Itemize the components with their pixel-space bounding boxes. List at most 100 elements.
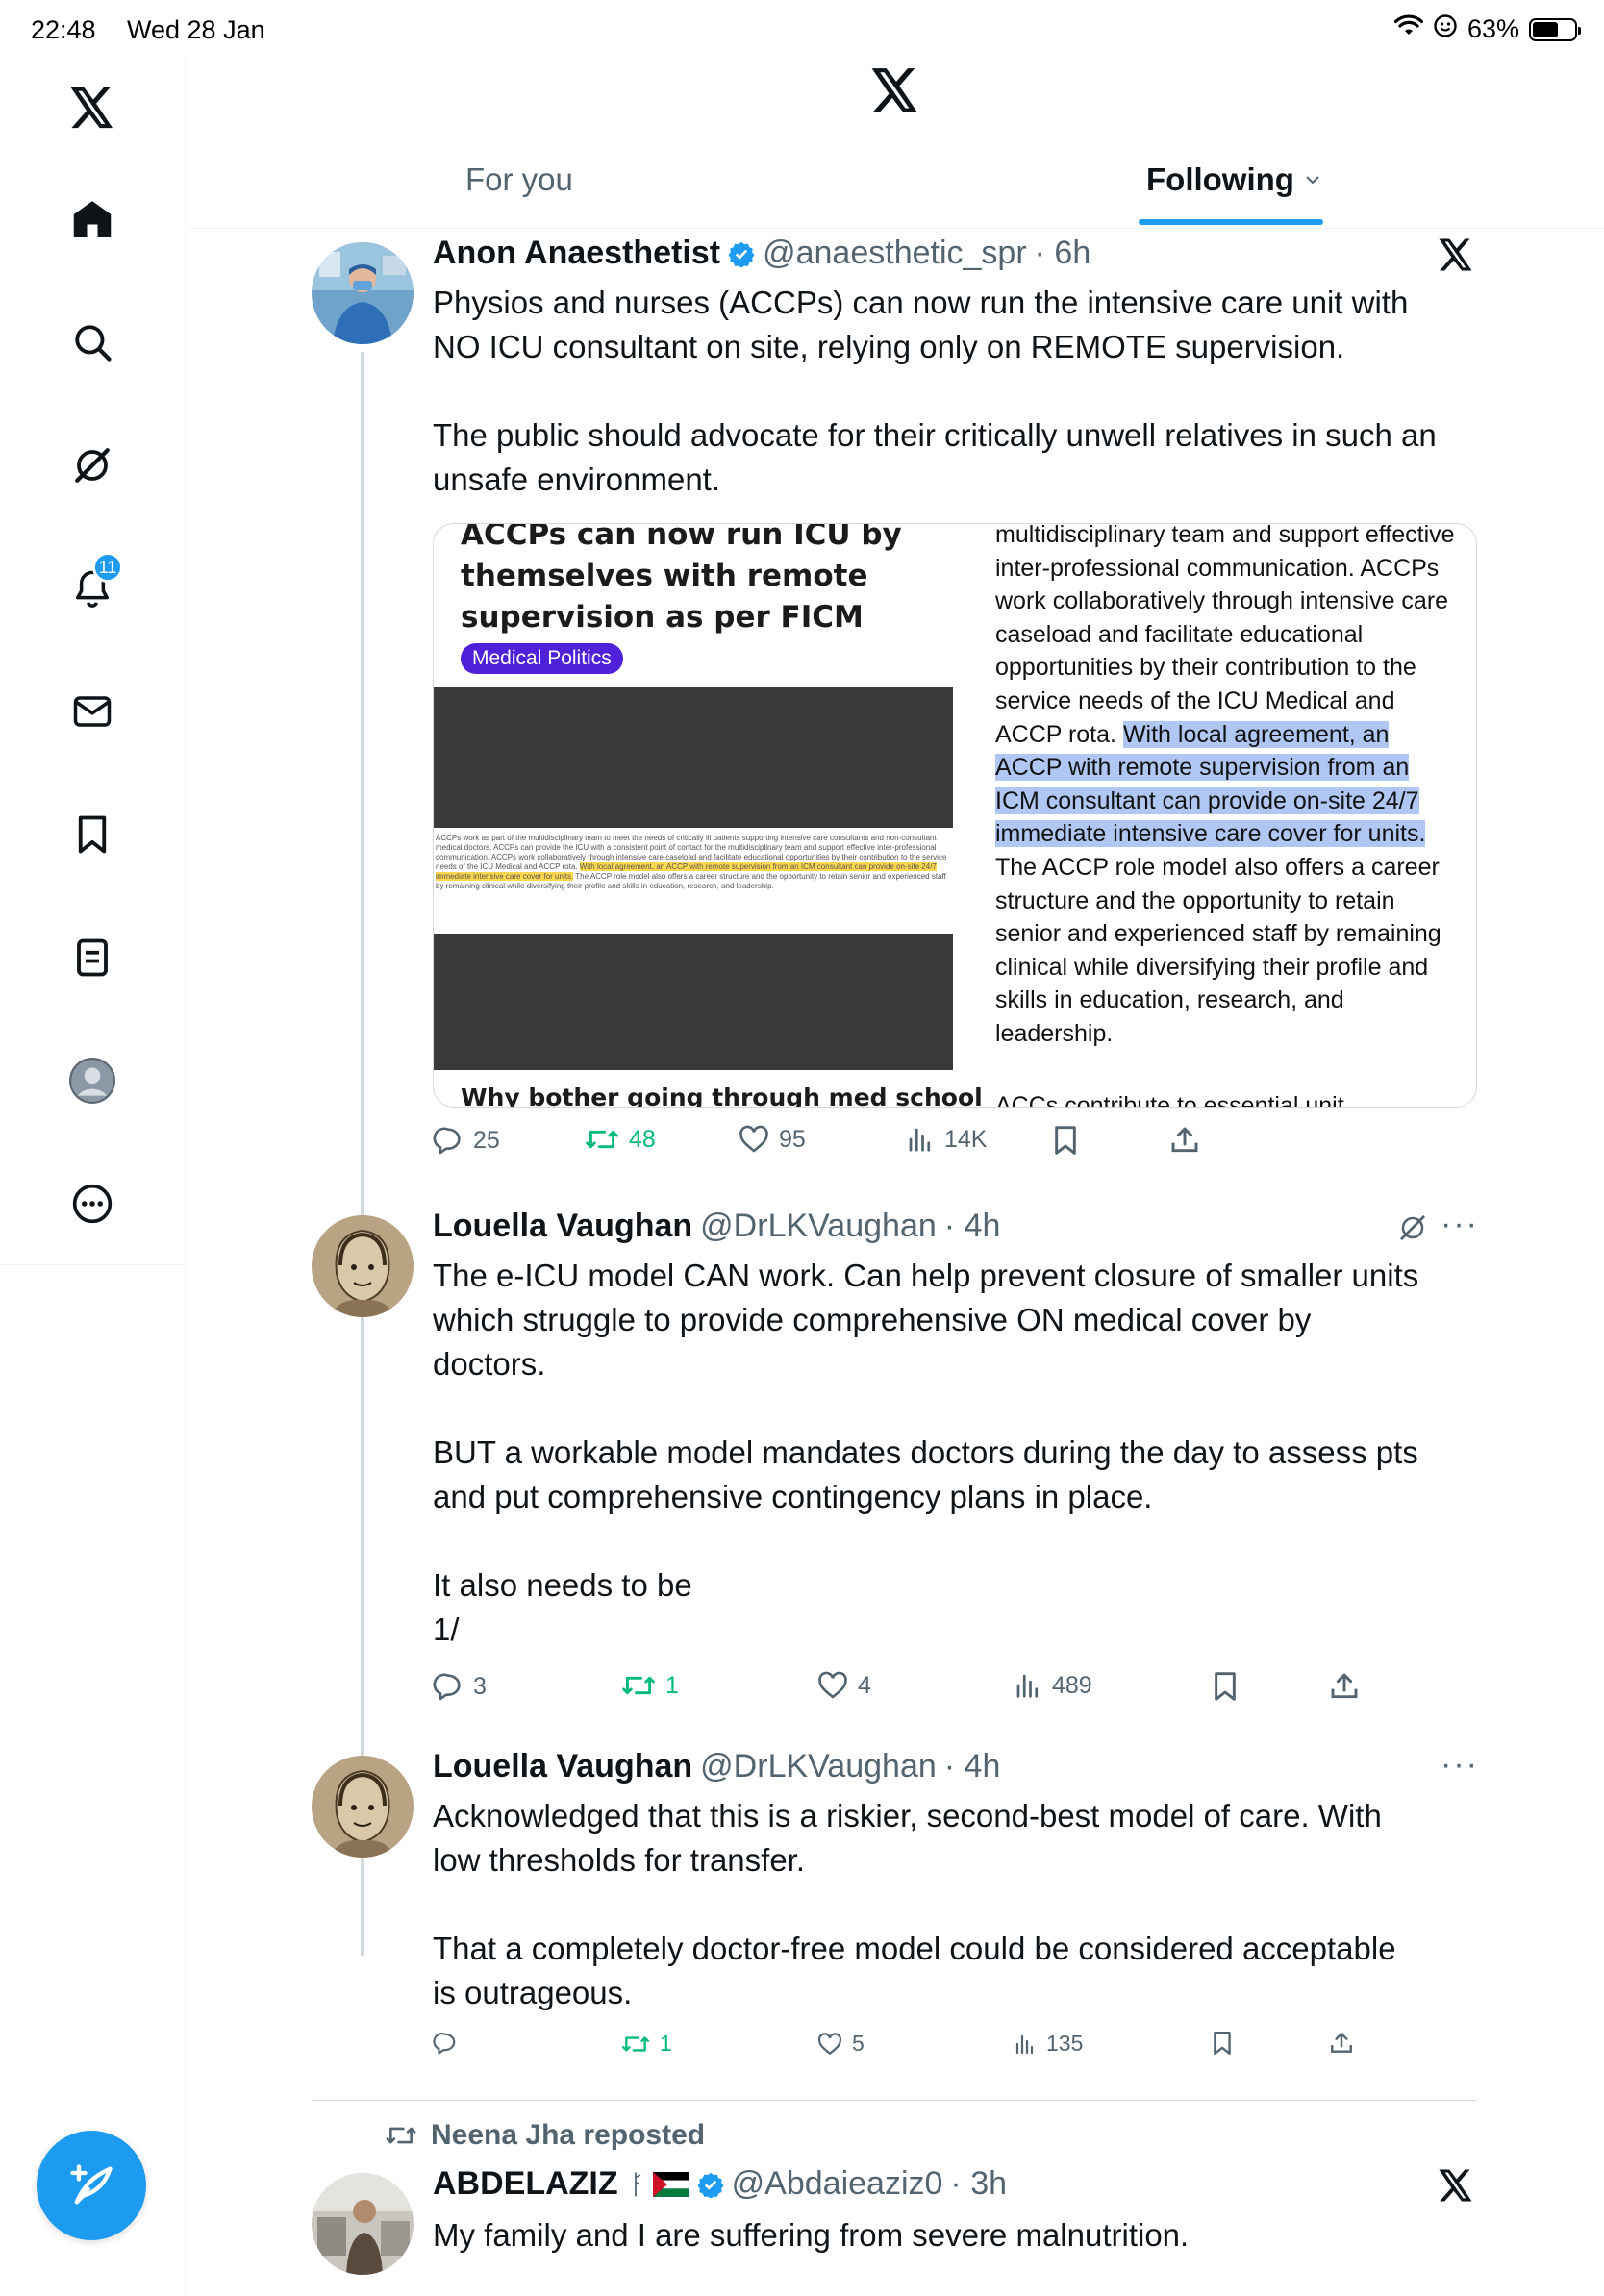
status-right: 63% — [1393, 13, 1581, 45]
tweet-image-card[interactable]: ACCPs can now run ICU by themselves with… — [433, 523, 1477, 1108]
thread-connector — [361, 352, 364, 1352]
battery-icon — [1529, 17, 1581, 41]
more-options-icon[interactable]: ··· — [1441, 1746, 1479, 1784]
avatar[interactable] — [312, 1215, 414, 1317]
share-button[interactable] — [1329, 1671, 1360, 1702]
like-button[interactable]: 5 — [817, 2031, 865, 2057]
reply-button[interactable]: 3 — [433, 1671, 487, 1702]
lists-icon[interactable] — [62, 927, 123, 988]
notifications-badge: 11 — [92, 552, 123, 583]
wifi-icon — [1393, 14, 1424, 44]
share-icon — [1331, 2033, 1352, 2053]
views-icon — [1016, 1674, 1039, 1698]
card-right-text-b: The ACCP role model also offers a career… — [995, 853, 1441, 1047]
tab-following[interactable]: Following — [1146, 162, 1321, 198]
share-icon — [1171, 1127, 1198, 1153]
repost-button[interactable]: 1 — [621, 1671, 679, 1700]
notifications-icon[interactable]: 11 — [62, 552, 123, 619]
profile-icon[interactable] — [62, 1050, 123, 1111]
card-headline: ACCPs can now run ICU by themselves with… — [461, 523, 902, 635]
repost-context[interactable]: Neena Jha reposted — [385, 2119, 705, 2152]
status-bar: 22:48 Wed 28 Jan 63% — [0, 0, 1604, 58]
search-icon[interactable] — [62, 312, 123, 373]
views-button[interactable]: 135 — [1014, 2031, 1083, 2057]
tab-active-indicator — [1139, 219, 1323, 225]
repost-count: 1 — [660, 2031, 672, 2056]
repost-button[interactable]: 48 — [585, 1125, 656, 1154]
more-options-icon[interactable]: ··· — [1441, 1206, 1479, 1243]
tab-for-you[interactable]: For you — [465, 162, 573, 198]
reply-button[interactable] — [433, 2031, 467, 2056]
display-name[interactable]: Anon Anaesthetist — [433, 235, 720, 272]
avatar[interactable] — [312, 1756, 414, 1858]
tweet-text: The e-ICU model CAN work. Can help preve… — [433, 1258, 1419, 1647]
views-count: 135 — [1046, 2031, 1084, 2056]
card-right-cut-line: ACCs contribute to essential unit — [995, 1092, 1344, 1108]
tweet-time[interactable]: · 3h — [950, 2165, 1007, 2203]
home-icon[interactable] — [62, 188, 123, 250]
rail-divider — [0, 1264, 186, 1265]
flag-emoji-icon — [634, 2172, 641, 2196]
bookmark-button[interactable] — [1212, 2031, 1233, 2056]
heart-icon — [739, 1125, 768, 1153]
views-icon — [909, 1128, 931, 1152]
tweet-header: Anon Anaesthetist @anaesthetic_spr · 6h — [433, 235, 1090, 272]
bookmarks-icon[interactable] — [62, 804, 123, 865]
tweet-time[interactable]: · 6h — [1035, 235, 1091, 272]
tweet-header: ABDELAZIZ @Abdaieaziz0 · 3h — [433, 2165, 1007, 2203]
thread-connector — [361, 1325, 364, 1956]
display-name[interactable]: ABDELAZIZ — [433, 2165, 618, 2203]
views-button[interactable]: 14K — [906, 1125, 987, 1154]
x-logo-icon — [1439, 238, 1473, 276]
avatar[interactable] — [312, 242, 414, 344]
card-right-text-a: multidisciplinary team and support effec… — [995, 523, 1455, 748]
display-name[interactable]: Louella Vaughan — [433, 1208, 692, 1245]
palestine-flag-icon — [652, 2171, 689, 2197]
reply-button[interactable]: 25 — [433, 1125, 500, 1156]
views-count: 14K — [944, 1125, 988, 1153]
card-tag-pill: Medical Politics — [461, 643, 623, 674]
x-logo-icon[interactable] — [62, 77, 123, 138]
share-button[interactable] — [1329, 2031, 1354, 2056]
grok-icon[interactable] — [1398, 1213, 1427, 1247]
heart-icon — [817, 2032, 842, 2055]
views-button[interactable]: 489 — [1014, 1671, 1092, 1700]
compose-button[interactable] — [37, 2131, 146, 2240]
x-logo-icon — [1439, 2169, 1473, 2207]
more-icon[interactable] — [62, 1173, 123, 1235]
x-logo-icon[interactable] — [871, 67, 919, 118]
avatar[interactable] — [312, 2173, 414, 2275]
repost-button[interactable]: 1 — [621, 2031, 672, 2057]
like-count: 5 — [852, 2031, 865, 2056]
bookmark-button[interactable] — [1052, 1125, 1079, 1156]
battery-percent: 63% — [1466, 14, 1519, 43]
share-button[interactable] — [1169, 1125, 1200, 1156]
like-count: 4 — [858, 1671, 871, 1699]
card-tiny-text: ACCPs work as part of the multidisciplin… — [436, 834, 951, 891]
like-button[interactable]: 95 — [739, 1125, 806, 1154]
reply-icon — [433, 1127, 461, 1155]
tweet-header: Louella Vaughan @DrLKVaughan · 4h — [433, 1208, 1000, 1245]
reply-icon — [433, 1673, 461, 1701]
user-handle[interactable]: @anaesthetic_spr — [763, 235, 1027, 272]
tweet-separator — [312, 2100, 1477, 2101]
display-name[interactable]: Louella Vaughan — [433, 1748, 692, 1785]
repost-label: Neena Jha reposted — [431, 2119, 706, 2151]
tweet-text: Physios and nurses (ACCPs) can now run t… — [433, 285, 1437, 497]
card-dark-image — [434, 687, 953, 828]
status-time: 22:48 — [31, 15, 96, 44]
messages-icon[interactable] — [62, 681, 123, 742]
user-handle[interactable]: @DrLKVaughan — [700, 1208, 937, 1245]
repost-count: 1 — [665, 1671, 679, 1699]
tweet-time[interactable]: · 4h — [944, 1748, 1001, 1785]
verified-badge-icon — [697, 2172, 724, 2198]
user-handle[interactable]: @Abdaieaziz0 — [732, 2165, 943, 2203]
grok-icon[interactable] — [62, 435, 123, 496]
user-handle[interactable]: @DrLKVaughan — [700, 1748, 937, 1785]
bookmark-button[interactable] — [1212, 1671, 1239, 1702]
tweet-time[interactable]: · 4h — [944, 1208, 1001, 1245]
like-button[interactable]: 4 — [817, 1671, 871, 1700]
tweet-text: Acknowledged that this is a riskier, sec… — [433, 1798, 1396, 2010]
focus-icon — [1433, 13, 1458, 45]
tweet-header: Louella Vaughan @DrLKVaughan · 4h — [433, 1748, 1000, 1785]
